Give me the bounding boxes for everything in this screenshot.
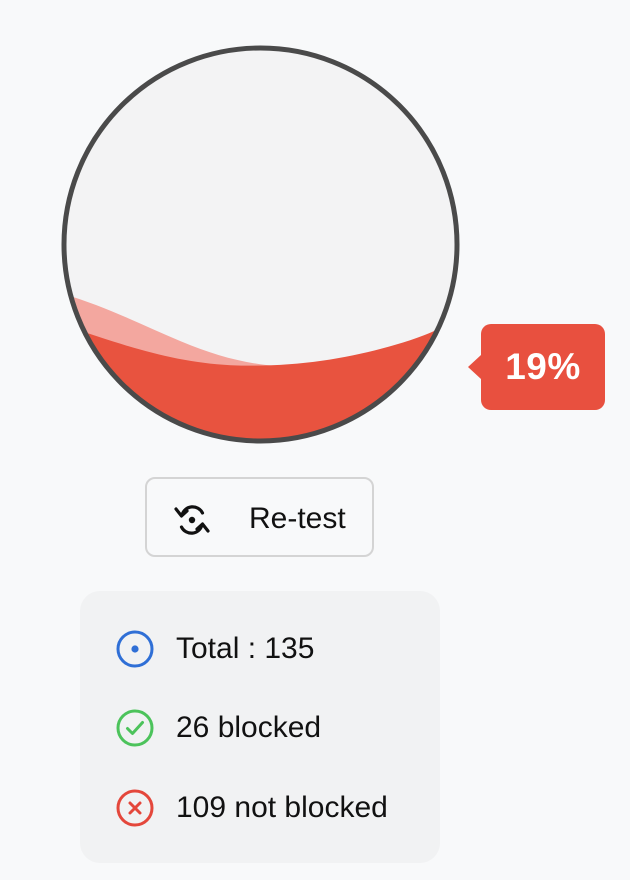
retest-button[interactable]: Re-test [145,477,374,557]
stat-blocked: 26 blocked [115,706,321,750]
retest-label: Re-test [249,502,346,535]
refresh-icon [173,501,211,539]
percent-badge: 19% [468,324,605,410]
radio-dot-icon [115,629,155,669]
stat-total: Total : 135 [115,627,314,671]
not-blocked-label: 109 not blocked [176,791,388,824]
stats-card: Total : 135 26 blocked 109 not blocked [80,591,440,863]
total-label: Total : 135 [176,632,315,665]
percent-label: 19% [505,346,581,387]
x-circle-icon [115,788,155,828]
check-circle-icon [115,708,155,748]
stat-not-blocked: 109 not blocked [115,786,388,830]
blocked-label: 26 blocked [176,711,322,744]
gauge-circle [61,45,460,444]
gauge [61,45,460,444]
